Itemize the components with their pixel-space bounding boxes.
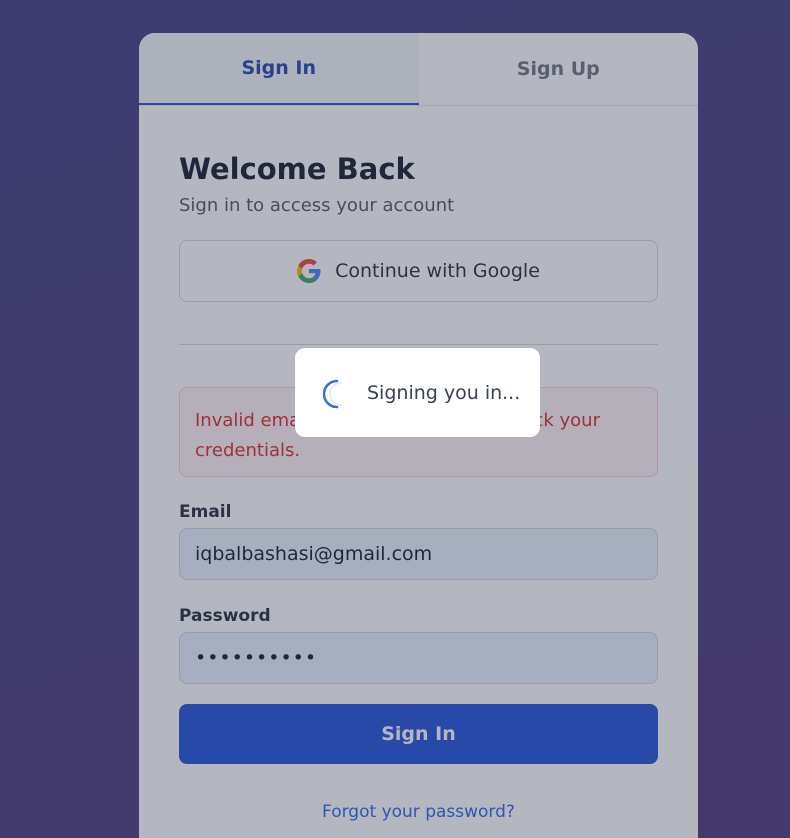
spinner-icon bbox=[322, 379, 345, 408]
loading-overlay: Signing you in... bbox=[0, 0, 790, 838]
loading-dialog: Signing you in... bbox=[295, 348, 540, 437]
loading-text: Signing you in... bbox=[367, 381, 521, 404]
